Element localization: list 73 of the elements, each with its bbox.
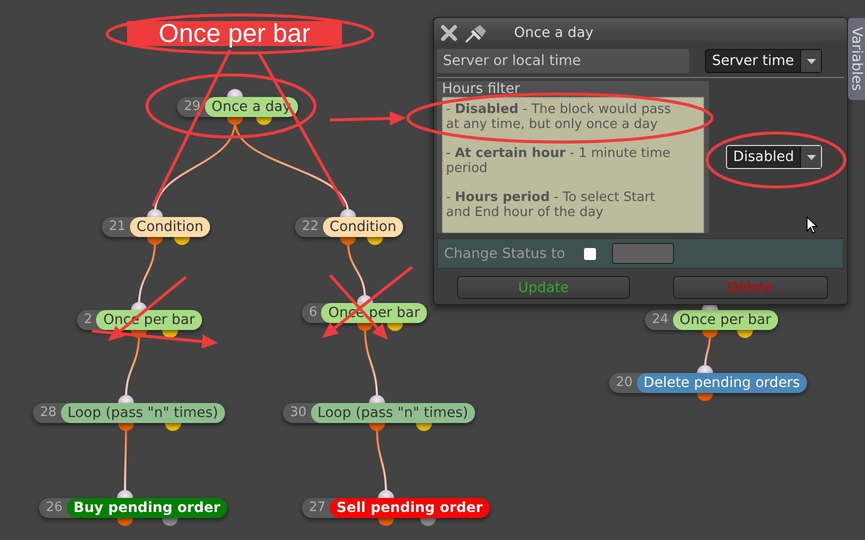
setting-label: Change Status to xyxy=(444,246,566,262)
output-port[interactable] xyxy=(117,518,133,526)
output-port[interactable] xyxy=(147,237,163,245)
node-label: Once per bar xyxy=(672,310,778,330)
input-port[interactable] xyxy=(378,490,394,498)
node-label: Delete pending orders xyxy=(636,373,807,393)
caret-icon xyxy=(806,154,816,160)
block-node[interactable]: 26 Buy pending order xyxy=(39,498,228,518)
node-number: 26 xyxy=(45,499,64,517)
node-number: 27 xyxy=(308,499,327,517)
node-number: 2 xyxy=(83,311,94,329)
variables-tab[interactable]: Variables xyxy=(848,18,865,100)
node-number: 20 xyxy=(615,374,634,392)
input-port[interactable] xyxy=(227,89,243,97)
block-node[interactable]: 20 Delete pending orders xyxy=(609,373,807,393)
dialog-title: Once a day xyxy=(514,24,594,40)
output-port[interactable] xyxy=(227,117,243,125)
annotation-label: Once per bar xyxy=(127,21,342,46)
hours-filter-dropdown[interactable]: Disabled xyxy=(726,145,822,169)
input-port[interactable] xyxy=(340,209,356,217)
block-node[interactable]: 30 Loop (pass "n" times) xyxy=(283,403,476,423)
time-source-dropdown[interactable]: Server time xyxy=(705,49,822,73)
output-port[interactable] xyxy=(387,323,403,331)
output-port[interactable] xyxy=(697,393,713,401)
caret-icon xyxy=(806,58,816,64)
node-number: 6 xyxy=(308,304,318,322)
input-port[interactable] xyxy=(697,365,713,373)
node-number: 22 xyxy=(301,218,320,236)
node-number: 21 xyxy=(108,218,127,236)
node-number: 29 xyxy=(183,98,202,116)
cursor-icon xyxy=(806,216,818,235)
input-port[interactable] xyxy=(118,395,134,403)
output-port[interactable] xyxy=(162,518,178,526)
status-field[interactable] xyxy=(612,243,674,264)
output-port[interactable] xyxy=(174,237,190,245)
node-label: Loop (pass "n" times) xyxy=(310,403,476,423)
block-node[interactable]: 22 Condition xyxy=(295,217,404,237)
block-node[interactable]: 21 Condition xyxy=(102,217,210,237)
block-node[interactable]: 28 Loop (pass "n" times) xyxy=(33,403,226,423)
output-port[interactable] xyxy=(416,423,432,431)
status-checkbox[interactable] xyxy=(584,248,596,260)
input-port[interactable] xyxy=(117,490,133,498)
output-port[interactable] xyxy=(367,237,383,245)
input-port[interactable] xyxy=(369,395,385,403)
output-port[interactable] xyxy=(369,423,385,431)
node-label: Loop (pass "n" times) xyxy=(60,403,226,423)
setting-label: Hours filter xyxy=(442,81,522,97)
output-port[interactable] xyxy=(256,117,272,125)
input-port[interactable] xyxy=(147,209,163,217)
block-node[interactable]: 27 Sell pending order xyxy=(302,498,490,518)
node-label: Sell pending order xyxy=(330,498,490,518)
output-port[interactable] xyxy=(420,518,436,526)
node-label: Condition xyxy=(130,217,210,237)
help-text: - At certain hour - 1 minute time period xyxy=(446,146,672,176)
output-port[interactable] xyxy=(162,330,178,338)
node-label: Condition xyxy=(322,217,404,237)
output-port[interactable] xyxy=(702,330,718,338)
help-text: - Disabled - The block would pass at any time, but only once a day xyxy=(446,102,672,132)
input-port[interactable] xyxy=(131,302,147,310)
node-number: 24 xyxy=(651,311,670,329)
node-number: 30 xyxy=(289,404,308,422)
output-port[interactable] xyxy=(357,323,373,331)
node-label: Buy pending order xyxy=(66,498,228,518)
output-port[interactable] xyxy=(118,423,134,431)
close-icon[interactable] xyxy=(440,24,458,42)
setting-label: Server or local time xyxy=(437,49,689,73)
help-text: - Hours period - To select Start and End hour of the day xyxy=(446,190,656,220)
output-port[interactable] xyxy=(737,330,753,338)
output-port[interactable] xyxy=(340,237,356,245)
node-number: 28 xyxy=(39,404,58,422)
output-port[interactable] xyxy=(165,423,181,431)
output-port[interactable] xyxy=(378,518,394,526)
block-node[interactable]: 24 Once per bar xyxy=(645,310,778,330)
